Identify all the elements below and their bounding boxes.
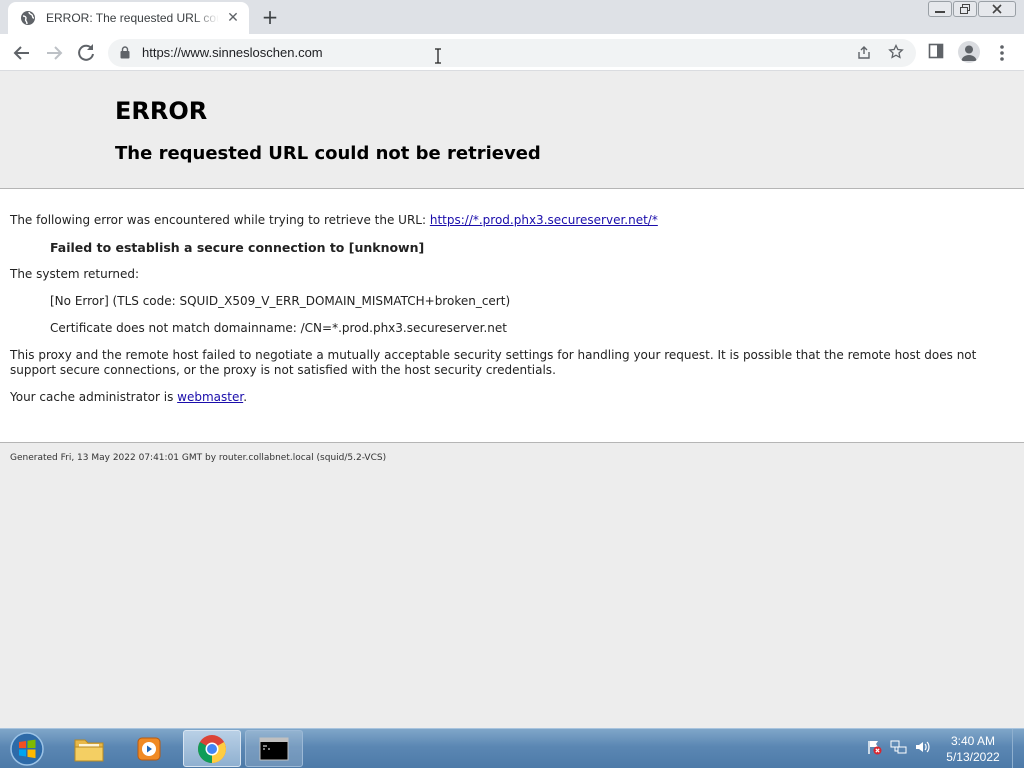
- system-tray: [860, 739, 940, 759]
- page-subtitle: The requested URL could not be retrieved: [115, 143, 541, 164]
- clock-date: 5/13/2022: [946, 750, 1000, 764]
- error-header: ERROR The requested URL could not be ret…: [0, 71, 1024, 189]
- back-arrow-icon[interactable]: [10, 41, 34, 65]
- system-returned-label: The system returned:: [10, 267, 140, 281]
- certificate-mismatch-text: Certificate does not match domainname: /…: [50, 321, 508, 335]
- taskbar: 3:40 AM 5/13/2022: [0, 728, 1024, 768]
- taskbar-media-player[interactable]: [120, 730, 178, 767]
- bookmark-star-icon[interactable]: [888, 44, 904, 60]
- intro-text: The following error was encountered whil…: [10, 213, 430, 227]
- window-close-button[interactable]: [978, 1, 1016, 17]
- cache-admin-text: Your cache administrator is: [10, 390, 178, 404]
- windows-start-orb-icon: [10, 732, 44, 766]
- restore-icon: [960, 4, 970, 14]
- folder-icon: [74, 739, 104, 761]
- show-desktop-button[interactable]: [1012, 729, 1024, 768]
- error-headline: Failed to establish a secure connection …: [50, 240, 425, 255]
- url-text[interactable]: https://www.sinnesloschen.com: [142, 45, 323, 60]
- reload-icon[interactable]: [74, 41, 98, 65]
- browser-tab[interactable]: ERROR: The requested URL could not be re…: [8, 2, 249, 34]
- page-title: ERROR: [115, 97, 208, 125]
- browser-toolbar: https://www.sinnesloschen.com: [0, 34, 1024, 71]
- taskbar-windows-explorer[interactable]: [60, 730, 118, 767]
- action-center-flag-icon[interactable]: [866, 739, 882, 755]
- taskbar-command-prompt[interactable]: [245, 730, 303, 767]
- volume-icon[interactable]: [914, 739, 932, 755]
- network-icon[interactable]: [890, 739, 908, 755]
- generated-footer-text: Generated Fri, 13 May 2022 07:41:01 GMT …: [10, 453, 387, 463]
- tls-code-text: [No Error] (TLS code: SQUID_X509_V_ERR_D…: [50, 294, 511, 308]
- address-bar[interactable]: https://www.sinnesloschen.com: [108, 39, 916, 67]
- text-cursor-icon: [435, 48, 441, 64]
- new-tab-button[interactable]: +: [258, 6, 282, 28]
- globe-icon: [21, 11, 35, 25]
- restore-button[interactable]: [953, 1, 977, 17]
- close-icon: [992, 4, 1002, 14]
- profile-avatar-button[interactable]: [958, 41, 980, 63]
- intro-paragraph: The following error was encountered whil…: [10, 213, 658, 228]
- page-content: ERROR The requested URL could not be ret…: [0, 71, 1024, 728]
- taskbar-clock[interactable]: 3:40 AM 5/13/2022: [940, 733, 1006, 765]
- tab-close-icon[interactable]: ✕: [225, 10, 241, 26]
- page-footer: Generated Fri, 13 May 2022 07:41:01 GMT …: [0, 442, 1024, 728]
- command-prompt-icon: [259, 737, 289, 760]
- clock-time: 3:40 AM: [950, 734, 996, 748]
- avatar-icon: [961, 45, 977, 61]
- side-panel-icon[interactable]: [928, 43, 944, 59]
- tab-title: ERROR: The requested URL could not be re…: [46, 11, 219, 25]
- cache-admin-suffix: .: [243, 390, 248, 404]
- share-icon[interactable]: [856, 45, 872, 61]
- webmaster-link[interactable]: webmaster: [177, 390, 243, 404]
- forward-arrow-icon[interactable]: [42, 41, 66, 65]
- taskbar-google-chrome[interactable]: [183, 730, 241, 767]
- minimize-button[interactable]: [928, 1, 952, 17]
- minimize-icon: [935, 11, 945, 13]
- lock-icon[interactable]: [120, 46, 130, 59]
- requested-url-link[interactable]: https://*.prod.phx3.secureserver.net/*: [430, 213, 658, 227]
- proxy-explanation: This proxy and the remote host failed to…: [10, 348, 977, 377]
- more-menu-icon[interactable]: [994, 42, 1010, 64]
- tab-strip: ERROR: The requested URL could not be re…: [0, 0, 1024, 34]
- media-player-icon: [137, 737, 161, 760]
- start-button[interactable]: [8, 731, 46, 767]
- chrome-icon: [198, 734, 226, 763]
- cache-admin-paragraph: Your cache administrator is webmaster.: [10, 390, 247, 405]
